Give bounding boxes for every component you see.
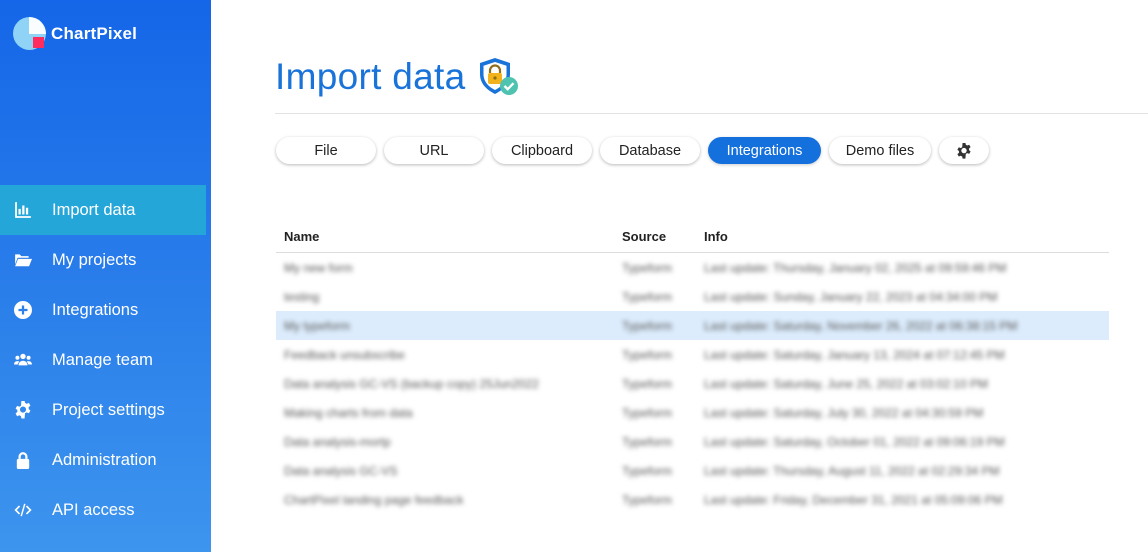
table-row[interactable]: Feedback unsubscribe Typeform Last updat… xyxy=(276,340,1109,369)
row-name: Data analysis GC-VS (backup copy) 25Jun2… xyxy=(284,376,539,391)
plus-circle-icon xyxy=(12,300,34,320)
folder-open-icon xyxy=(12,250,34,270)
page-header: Import data xyxy=(275,56,521,98)
title-divider xyxy=(275,113,1148,114)
row-info: Last update: Thursday, January 02, 2025 … xyxy=(704,260,1007,275)
row-source: Typeform xyxy=(622,376,673,391)
tab-demo-files[interactable]: Demo files xyxy=(829,137,931,164)
row-info: Last update: Thursday, August 11, 2022 a… xyxy=(704,463,1000,478)
tab-url[interactable]: URL xyxy=(384,137,484,164)
sidebar-item-label: Import data xyxy=(52,200,136,219)
row-info: Last update: Saturday, November 26, 2022… xyxy=(704,318,1018,333)
row-source: Typeform xyxy=(622,434,673,449)
secure-shield-lock-icon xyxy=(477,56,521,98)
table-row[interactable]: Making charts from data Typeform Last up… xyxy=(276,398,1109,427)
sidebar-nav: Import data My projects Integrations Man… xyxy=(0,185,211,535)
row-info: Last update: Saturday, October 01, 2022 … xyxy=(704,434,1005,449)
users-icon xyxy=(12,350,34,370)
tab-clipboard[interactable]: Clipboard xyxy=(492,137,592,164)
table-row[interactable]: ChartPixel landing page feedback Typefor… xyxy=(276,485,1109,514)
gear-icon xyxy=(957,142,971,159)
row-info: Last update: Sunday, January 22, 2023 at… xyxy=(704,289,998,304)
code-icon xyxy=(12,500,34,520)
tab-settings[interactable] xyxy=(939,137,989,164)
table-row[interactable]: Data analysis-mortp Typeform Last update… xyxy=(276,427,1109,456)
row-source: Typeform xyxy=(622,260,673,275)
row-name: My typeform xyxy=(284,318,351,333)
table-row[interactable]: My new form Typeform Last update: Thursd… xyxy=(276,253,1109,282)
sidebar-item-manage-team[interactable]: Manage team xyxy=(0,335,211,385)
sidebar-item-api-access[interactable]: API access xyxy=(0,485,211,535)
row-source: Typeform xyxy=(622,347,673,362)
sidebar-item-label: Integrations xyxy=(52,300,139,319)
row-name: ChartPixel landing page feedback xyxy=(284,492,464,507)
row-name: My new form xyxy=(284,260,353,275)
row-name: Data analysis GC-VS xyxy=(284,463,398,478)
sidebar-item-label: API access xyxy=(52,500,135,519)
table-row[interactable]: testing Typeform Last update: Sunday, Ja… xyxy=(276,282,1109,311)
lock-icon xyxy=(12,450,34,470)
sidebar-item-import-data[interactable]: Import data xyxy=(0,185,206,235)
gear-icon xyxy=(12,400,34,420)
table-row-selected[interactable]: My typeform Typeform Last update: Saturd… xyxy=(276,311,1109,340)
tab-file[interactable]: File xyxy=(276,137,376,164)
app-logo[interactable]: ChartPixel xyxy=(13,17,137,51)
row-source: Typeform xyxy=(622,492,673,507)
row-name: testing xyxy=(284,289,320,304)
row-name: Feedback unsubscribe xyxy=(284,347,405,362)
sidebar-item-integrations[interactable]: Integrations xyxy=(0,285,211,335)
table-row[interactable]: Data analysis GC-VS (backup copy) 25Jun2… xyxy=(276,369,1109,398)
row-source: Typeform xyxy=(622,318,673,333)
chart-bar-icon xyxy=(12,200,34,220)
page-title: Import data xyxy=(275,56,466,97)
row-name: Making charts from data xyxy=(284,405,413,420)
table-row[interactable]: Data analysis GC-VS Typeform Last update… xyxy=(276,456,1109,485)
row-info: Last update: Friday, December 31, 2021 a… xyxy=(704,492,1003,507)
sidebar-item-label: Project settings xyxy=(52,400,165,419)
table-header: Name Source Info xyxy=(276,220,1109,253)
row-name: Data analysis-mortp xyxy=(284,434,391,449)
row-source: Typeform xyxy=(622,289,673,304)
chartpixel-logo-icon xyxy=(13,17,47,51)
row-info: Last update: Saturday, July 30, 2022 at … xyxy=(704,405,984,420)
import-tabs: File URL Clipboard Database Integrations… xyxy=(276,137,997,164)
sidebar-item-administration[interactable]: Administration xyxy=(0,435,211,485)
sidebar: ChartPixel Import data My projects Integ… xyxy=(0,0,211,552)
row-source: Typeform xyxy=(622,463,673,478)
logo-text: ChartPixel xyxy=(51,24,138,43)
integrations-table: Name Source Info My new form Typeform La… xyxy=(276,220,1109,514)
sidebar-item-my-projects[interactable]: My projects xyxy=(0,235,211,285)
sidebar-item-project-settings[interactable]: Project settings xyxy=(0,385,211,435)
sidebar-item-label: My projects xyxy=(52,250,137,269)
column-header-source[interactable]: Source xyxy=(614,229,696,244)
tab-database[interactable]: Database xyxy=(600,137,700,164)
column-header-info[interactable]: Info xyxy=(696,229,1109,244)
sidebar-item-label: Manage team xyxy=(52,350,153,369)
row-info: Last update: Saturday, June 25, 2022 at … xyxy=(704,376,988,391)
main-content: Import data File URL Clipboard Database … xyxy=(211,0,1148,552)
column-header-name[interactable]: Name xyxy=(276,229,614,244)
row-source: Typeform xyxy=(622,405,673,420)
row-info: Last update: Saturday, January 13, 2024 … xyxy=(704,347,1005,362)
sidebar-item-label: Administration xyxy=(52,450,157,469)
tab-integrations[interactable]: Integrations xyxy=(708,137,821,164)
